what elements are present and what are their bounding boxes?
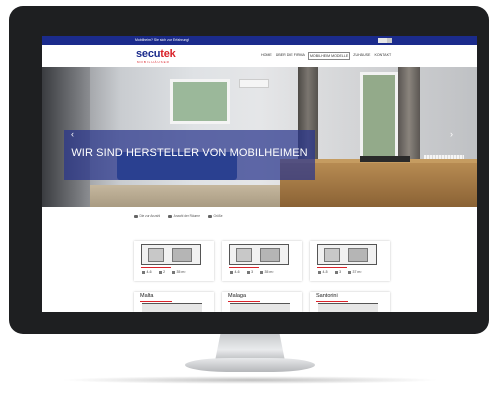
- card-specs: 4-5 3 37 m²: [318, 270, 361, 274]
- card-underline: [316, 301, 348, 302]
- top-info-text: Mobilheim? Sie sich zur Erfahrung!: [135, 38, 190, 42]
- slider-prev-icon[interactable]: ‹: [71, 129, 74, 139]
- size-icon: [348, 270, 352, 274]
- spec-rooms-value: 3: [339, 270, 342, 274]
- card-underline: [317, 267, 347, 268]
- hero-air-conditioner: [239, 79, 269, 88]
- spec-rooms-value: 2: [163, 270, 166, 274]
- card-underline: [228, 301, 260, 302]
- model-title: Malta: [140, 293, 154, 299]
- spec-rooms: 3: [246, 270, 254, 274]
- logo-subtitle: MOBILHÄUSER: [137, 60, 170, 64]
- model-card[interactable]: 4-6 2 35 m²: [134, 241, 214, 281]
- logo[interactable]: secutek: [136, 48, 176, 60]
- persons-icon: [230, 270, 233, 274]
- hero-slider: WIR SIND HERSTELLER VON MOBILHEIMEN ‹ ›: [42, 67, 477, 207]
- model-card[interactable]: 4-5 3 37 m²: [310, 241, 390, 281]
- filter-rooms-label: Anzahl der Räume: [173, 214, 200, 218]
- size-icon: [260, 270, 264, 274]
- rooms-icon: [334, 270, 338, 274]
- card-underline: [140, 301, 172, 302]
- spec-size-value: 35 m²: [264, 270, 274, 274]
- spec-rooms: 3: [334, 270, 342, 274]
- spec-size: 35 m²: [172, 270, 185, 274]
- nav-about[interactable]: ÜBER DIE FIRMA: [275, 52, 306, 60]
- monitor-stand-base: [185, 358, 315, 372]
- spec-persons: 4-5: [318, 270, 328, 274]
- card-underline: [141, 267, 171, 268]
- floor-plan-image: [317, 244, 377, 265]
- site-header: secutek MOBILHÄUSER HOME ÜBER DIE FIRMA …: [42, 45, 477, 67]
- spec-rooms: 2: [158, 270, 166, 274]
- monitor-bezel: Mobilheim? Sie sich zur Erfahrung! secut…: [9, 6, 489, 334]
- floor-plan-image: [141, 244, 201, 265]
- rooms-icon: [168, 214, 173, 218]
- rooms-icon: [158, 270, 162, 274]
- top-info-bar: Mobilheim? Sie sich zur Erfahrung!: [42, 36, 477, 45]
- persons-icon: [134, 214, 138, 218]
- spec-rooms-value: 3: [251, 270, 254, 274]
- main-nav: HOME ÜBER DIE FIRMA MOBILHEIM MODELLE ZU…: [260, 52, 392, 60]
- filter-persons[interactable]: Die zur Anzahl: [134, 214, 160, 218]
- slider-next-icon[interactable]: ›: [450, 129, 453, 139]
- model-title: Santorini: [316, 293, 338, 299]
- model-card-santorini[interactable]: Santorini: [310, 292, 390, 312]
- filter-size[interactable]: Größe: [207, 214, 223, 218]
- spec-persons-value: 4-6: [146, 270, 152, 274]
- nav-homes[interactable]: ZUHÄUSE: [352, 52, 371, 60]
- filter-persons-label: Die zur Anzahl: [139, 214, 161, 218]
- filter-rooms[interactable]: Anzahl der Räume: [168, 214, 200, 218]
- website-screen: Mobilheim? Sie sich zur Erfahrung! secut…: [42, 36, 477, 312]
- monitor-shadow: [60, 376, 440, 384]
- logo-main: secu: [136, 48, 161, 60]
- spec-persons: 4-6: [230, 270, 240, 274]
- nav-models[interactable]: MOBILHEIM MODELLE: [307, 52, 351, 60]
- spec-persons-value: 4-6: [234, 270, 240, 274]
- hero-window-left: [170, 79, 230, 124]
- persons-icon: [142, 270, 145, 274]
- persons-icon: [318, 270, 321, 274]
- spec-size: 37 m²: [348, 270, 361, 274]
- spec-size-value: 37 m²: [352, 270, 362, 274]
- model-card-malta[interactable]: Malta: [134, 292, 214, 312]
- model-card-malaga[interactable]: Malaga: [222, 292, 302, 312]
- language-flag-icon-2[interactable]: [387, 38, 392, 43]
- hero-headline: WIR SIND HERSTELLER VON MOBILHEIMEN: [71, 147, 308, 159]
- monitor-stand-neck: [215, 333, 285, 361]
- hero-sink: [360, 156, 410, 162]
- size-icon: [172, 270, 176, 274]
- model-card[interactable]: 4-6 3 35 m²: [222, 241, 302, 281]
- model-title: Malaga: [228, 293, 247, 299]
- floor-plan-image: [142, 303, 202, 312]
- nav-home[interactable]: HOME: [260, 52, 273, 60]
- size-icon: [207, 214, 212, 218]
- floor-plan-image: [230, 303, 290, 312]
- logo-accent: tek: [160, 48, 176, 60]
- hero-window-right: [360, 72, 398, 160]
- card-underline: [229, 267, 259, 268]
- floor-plan-image: [318, 303, 378, 312]
- card-specs: 4-6 3 35 m²: [230, 270, 273, 274]
- spec-size-value: 35 m²: [176, 270, 186, 274]
- filter-row: Die zur Anzahl Anzahl der Räume Größe: [134, 214, 223, 218]
- spec-persons: 4-6: [142, 270, 152, 274]
- floor-plan-image: [229, 244, 289, 265]
- nav-contact[interactable]: KONTAKT: [373, 52, 392, 60]
- spec-size: 35 m²: [260, 270, 273, 274]
- card-specs: 4-6 2 35 m²: [142, 270, 185, 274]
- filter-size-label: Größe: [213, 214, 223, 218]
- rooms-icon: [246, 270, 250, 274]
- spec-persons-value: 4-5: [322, 270, 328, 274]
